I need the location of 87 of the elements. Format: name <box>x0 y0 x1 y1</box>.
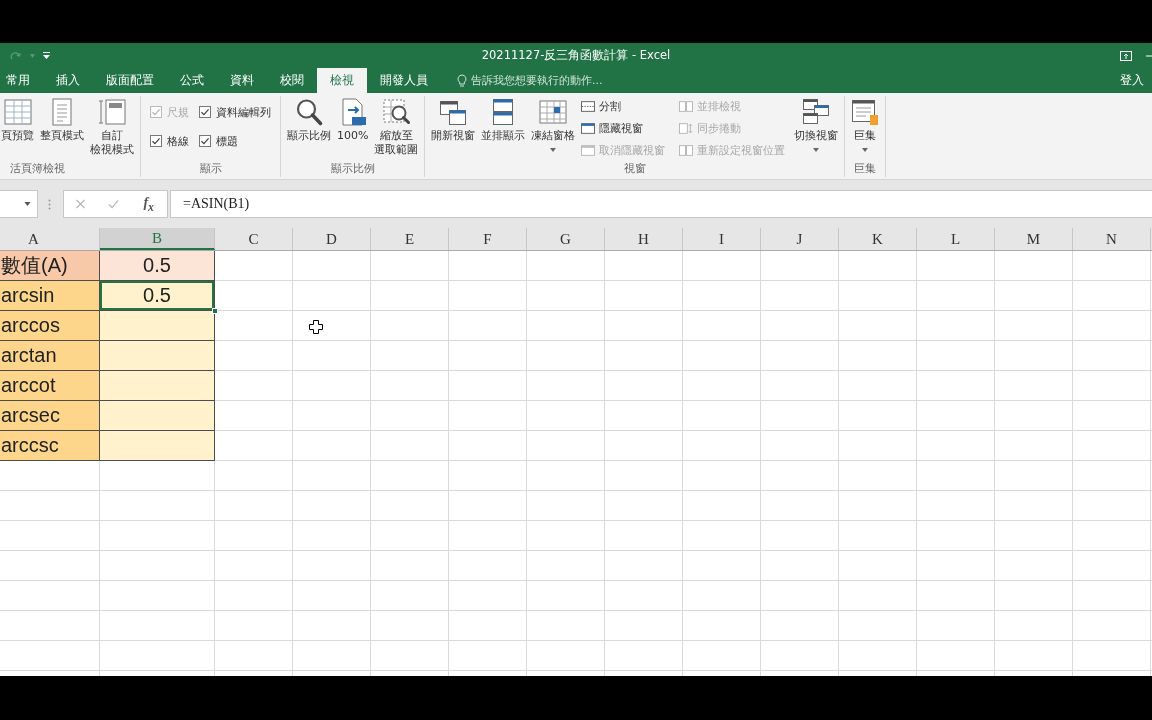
column-header[interactable]: N <box>1073 228 1151 250</box>
checkbox-item[interactable]: 資料編輯列 <box>199 101 271 123</box>
table-cell: 0.5 <box>100 281 215 311</box>
ribbon-button[interactable]: 巨集 <box>848 96 883 152</box>
ribbon-button[interactable]: 顯示比例 <box>284 96 334 143</box>
checkbox[interactable] <box>199 106 211 118</box>
grid-icon <box>539 98 568 126</box>
ribbon-tab[interactable]: 校閱 <box>267 68 317 93</box>
group-label: 活頁簿檢視 <box>8 161 66 177</box>
group-label: 視窗 <box>622 161 647 177</box>
group-label: 顯示 <box>198 161 223 177</box>
checkbox-item[interactable]: 格線 <box>150 130 189 152</box>
window-arrow-icon[interactable] <box>1120 50 1132 61</box>
ribbon-tab[interactable]: 開發人員 <box>367 68 441 93</box>
pages-icon <box>679 100 694 112</box>
ribbon-button[interactable]: 開新視窗 <box>428 96 479 143</box>
ribbon-tab[interactable]: 插入 <box>43 68 93 93</box>
checkbox-item[interactable]: 標題 <box>199 130 271 152</box>
window-icon <box>98 98 126 126</box>
windows-icon <box>802 98 831 126</box>
table-cell: arctan <box>0 341 100 371</box>
table-cell: arccsc <box>0 431 100 461</box>
magnifier-page-icon <box>382 98 411 126</box>
caret-icon[interactable] <box>24 202 31 206</box>
table-cell: arcsec <box>0 401 100 431</box>
magnifier-icon <box>295 98 323 126</box>
window-title: 20211127-反三角函數計算 - Excel <box>481 48 671 63</box>
ribbon-button[interactable]: 縮放至 選取範圍 <box>371 96 422 157</box>
ribbon-button[interactable]: 100% <box>334 96 372 143</box>
tell-me-field[interactable]: 告訴我您想要執行的動作... <box>467 68 621 93</box>
table-cell: arcsin <box>0 281 100 311</box>
sign-in-link[interactable]: 登入 <box>1120 68 1148 93</box>
column-header[interactable]: L <box>917 228 995 250</box>
ribbon-tab[interactable]: 版面配置 <box>93 68 167 93</box>
ribbon-button[interactable]: 隱藏視窗 <box>581 119 666 137</box>
column-header[interactable]: M <box>995 228 1073 250</box>
pages-icon <box>679 144 694 156</box>
column-header[interactable]: B <box>100 228 215 250</box>
ribbon-button[interactable]: 頁預覽 <box>0 96 37 143</box>
page-icon <box>851 98 880 126</box>
ribbon-tab[interactable]: 公式 <box>167 68 217 93</box>
lightbulb-icon <box>457 73 467 88</box>
caret-icon <box>813 148 820 152</box>
table-cell: 數值(A) <box>0 251 100 281</box>
ribbon-button[interactable]: 凍結窗格 <box>528 96 579 152</box>
ribbon-button[interactable]: 分割 <box>581 97 666 115</box>
group-label: 顯示比例 <box>329 161 376 177</box>
table-cell: 0.5 <box>100 251 215 281</box>
ribbon-tab[interactable]: 檢視 <box>317 68 367 93</box>
checkbox[interactable] <box>199 135 211 147</box>
caret-icon <box>862 148 869 152</box>
column-header[interactable]: G <box>527 228 605 250</box>
checkbox[interactable] <box>150 135 162 147</box>
plus-cursor-icon <box>309 320 323 334</box>
minimize-icon[interactable] <box>1146 54 1152 57</box>
ribbon-button[interactable]: 自訂 檢視模式 <box>87 96 137 157</box>
grip-icon[interactable] <box>48 198 51 210</box>
ribbon-button[interactable]: 整頁模式 <box>37 96 87 143</box>
redo-icon[interactable] <box>9 50 22 61</box>
column-header[interactable]: E <box>371 228 449 250</box>
column-header[interactable]: K <box>839 228 917 250</box>
page-scroll-icon <box>679 122 694 134</box>
table-cell: arccot <box>0 371 100 401</box>
column-header[interactable]: J <box>761 228 839 250</box>
split-pane-icon <box>581 100 596 112</box>
column-header[interactable]: H <box>605 228 683 250</box>
column-header[interactable]: F <box>449 228 527 250</box>
ribbon-button[interactable]: 並排顯示 <box>478 96 529 143</box>
close-icon[interactable] <box>75 199 87 209</box>
pane-icon <box>581 144 596 156</box>
customize-icon[interactable] <box>43 52 50 59</box>
check-icon[interactable] <box>108 199 120 209</box>
ribbon-tab[interactable]: 常用 <box>0 68 43 93</box>
insert-function-button[interactable]: f$_{x}$ <box>141 194 156 214</box>
table-cell: arccos <box>0 311 100 341</box>
column-header[interactable]: D <box>293 228 371 250</box>
spreadsheet-grid-icon <box>3 98 32 126</box>
fill-handle[interactable] <box>212 308 218 314</box>
windows-icon <box>439 98 468 126</box>
ribbon-tab[interactable]: 資料 <box>217 68 267 93</box>
group-label: 巨集 <box>853 161 878 177</box>
column-header[interactable]: I <box>683 228 761 250</box>
caret-icon <box>550 148 557 152</box>
pane-icon <box>581 122 596 134</box>
ribbon-button[interactable]: 切換視窗 <box>791 96 842 152</box>
column-header[interactable]: C <box>215 228 293 250</box>
formula-field[interactable]: =ASIN(B1) <box>170 190 1152 218</box>
